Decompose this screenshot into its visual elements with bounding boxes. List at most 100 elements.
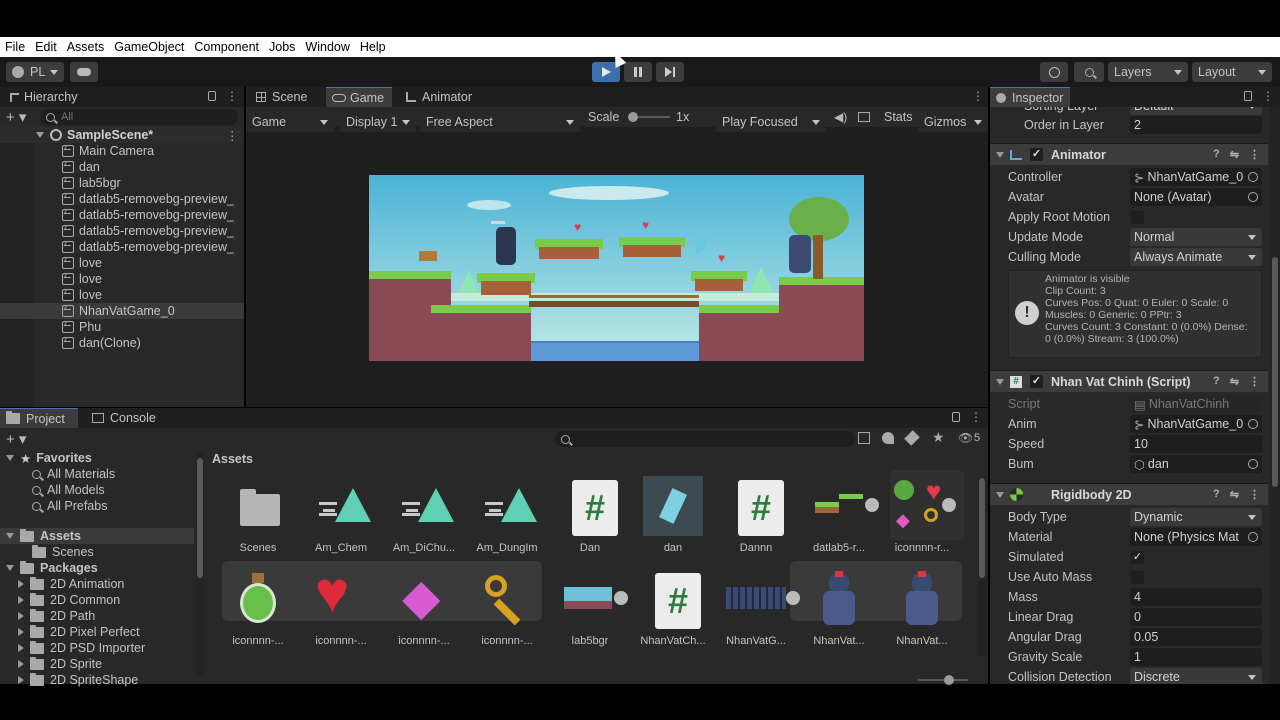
inspector-lock-icon[interactable] [1244, 91, 1252, 101]
grid-scrollbar[interactable] [978, 476, 986, 656]
scene-row[interactable]: SampleScene* ⋮ [0, 127, 244, 143]
hidden-icon[interactable]: 👁︎ [958, 431, 973, 445]
add-icon[interactable]: + ▾ [6, 108, 26, 126]
speed-field[interactable]: 10 [1130, 435, 1262, 453]
asset-item[interactable]: lab5bgr [550, 569, 630, 649]
hierarchy-item[interactable]: love [0, 255, 244, 271]
animator-header[interactable]: ✓ Animator ? ⇋ ⋮ [990, 143, 1268, 165]
hierarchy-item[interactable]: datlab5-removebg-preview_ [0, 239, 244, 255]
label-filter-icon[interactable] [904, 430, 920, 446]
asset-item[interactable]: ♥ ◆ iconnnn-r... [882, 476, 962, 556]
asset-item[interactable]: NhanVatG... [716, 569, 800, 649]
help-icon[interactable]: ? [1213, 148, 1220, 161]
hierarchy-item[interactable]: Phu [0, 319, 244, 335]
asset-item[interactable]: # NhanVatCh... [633, 569, 713, 649]
script-enabled-checkbox[interactable]: ✓ [1030, 375, 1043, 388]
bum-field[interactable]: ⬡ dan [1130, 455, 1262, 473]
add-asset-icon[interactable]: + ▾ [6, 430, 26, 448]
package-row[interactable]: 2D Animation [18, 576, 124, 592]
chevron-right-icon[interactable] [18, 596, 24, 604]
tree-scrollbar[interactable] [196, 450, 204, 676]
order-in-layer-field[interactable]: 2 [1130, 116, 1262, 134]
asset-item[interactable]: iconnnn-... [467, 569, 547, 649]
chevron-right-icon[interactable] [18, 676, 24, 684]
chevron-down-icon[interactable] [996, 151, 1004, 158]
asset-item[interactable]: Am_DungIm [467, 476, 547, 556]
tab-hierarchy[interactable]: Hierarchy [6, 87, 82, 107]
help-icon[interactable]: ? [1213, 488, 1220, 501]
menu-file[interactable]: File [0, 40, 30, 54]
more-icon[interactable]: ⋮ [1249, 375, 1260, 388]
tree-scrollbar-thumb[interactable] [197, 458, 203, 578]
hierarchy-item[interactable]: lab5bgr [0, 175, 244, 191]
chevron-down-icon[interactable] [36, 132, 44, 138]
inspector-scrollbar[interactable] [1270, 107, 1280, 684]
menu-gameobject[interactable]: GameObject [109, 40, 189, 54]
star-icon[interactable]: ★ [932, 429, 945, 446]
chevron-right-icon[interactable] [18, 580, 24, 588]
cloud-button[interactable] [70, 62, 98, 82]
more-icon[interactable]: ⋮ [1249, 488, 1260, 501]
preset-icon[interactable]: ⇋ [1230, 148, 1239, 161]
package-row[interactable]: 2D Common [18, 592, 120, 608]
icon-size-slider-handle[interactable] [944, 675, 954, 685]
linear-drag-field[interactable]: 0 [1130, 608, 1262, 626]
assets-breadcrumb[interactable]: Assets [212, 452, 253, 466]
favorites-row[interactable]: ★ Favorites [6, 450, 92, 466]
search-button[interactable] [1074, 62, 1104, 82]
body-type-dropdown[interactable]: Dynamic [1130, 508, 1262, 526]
package-row[interactable]: 2D Sprite [18, 656, 102, 672]
package-row[interactable]: 2D PSD Importer [18, 640, 145, 656]
asset-item[interactable]: dan [633, 476, 713, 556]
favorite-all-prefabs[interactable]: All Prefabs [32, 498, 107, 514]
more-icon[interactable]: ⋮ [226, 89, 238, 103]
type-filter-icon[interactable] [882, 432, 894, 444]
package-row[interactable]: 2D Path [18, 608, 95, 624]
script-header[interactable]: # ✓ Nhan Vat Chinh (Script) ? ⇋ ⋮ [990, 370, 1268, 392]
tab-scene[interactable]: Scene [250, 87, 313, 107]
search-scope-icon[interactable] [858, 432, 870, 444]
chevron-right-icon[interactable] [18, 628, 24, 636]
update-mode-dropdown[interactable]: Normal [1130, 228, 1262, 246]
menu-jobs[interactable]: Jobs [264, 40, 300, 54]
animator-enabled-checkbox[interactable]: ✓ [1030, 148, 1043, 161]
inspector-more-icon[interactable]: ⋮ [1262, 89, 1274, 103]
menu-window[interactable]: Window [300, 40, 354, 54]
favorite-all-materials[interactable]: All Materials [32, 466, 115, 482]
asset-item[interactable]: iconnnn-... [218, 569, 298, 649]
scale-slider-handle[interactable] [628, 112, 638, 122]
asset-item[interactable]: Am_Chem [301, 476, 381, 556]
asset-item[interactable]: Am_DiChu... [384, 476, 464, 556]
simulated-checkbox[interactable]: ✓ [1131, 551, 1144, 564]
menu-component[interactable]: Component [189, 40, 264, 54]
game-viewport[interactable]: ♥ ♥ ♥ [369, 175, 864, 361]
chevron-right-icon[interactable] [18, 660, 24, 668]
asset-item[interactable]: NhanVat... [882, 569, 962, 649]
history-button[interactable] [1040, 62, 1068, 82]
asset-item[interactable]: datlab5-r... [799, 476, 879, 556]
scenes-folder-row[interactable]: Scenes [32, 544, 94, 560]
hierarchy-item[interactable]: love [0, 271, 244, 287]
preset-icon[interactable]: ⇋ [1230, 488, 1239, 501]
audio-icon[interactable]: ◀) [834, 110, 847, 124]
scene-more-icon[interactable]: ⋮ [226, 128, 239, 143]
hierarchy-item[interactable]: dan(Clone) [0, 335, 244, 351]
tab-project[interactable]: Project [0, 408, 78, 428]
hierarchy-item[interactable]: love [0, 287, 244, 303]
culling-mode-dropdown[interactable]: Always Animate [1130, 248, 1262, 266]
auto-mass-checkbox[interactable] [1131, 571, 1144, 584]
hierarchy-item[interactable]: datlab5-removebg-preview_ [0, 191, 244, 207]
sorting-layer-dropdown[interactable]: Default [1130, 107, 1262, 115]
inspector-scrollbar-thumb[interactable] [1272, 257, 1278, 487]
preset-icon[interactable]: ⇋ [1230, 375, 1239, 388]
menu-help[interactable]: Help [355, 40, 391, 54]
project-search-input[interactable] [555, 431, 855, 447]
material-field[interactable]: None (Physics Mat [1130, 528, 1262, 546]
layout-dropdown[interactable]: Layout [1192, 62, 1272, 82]
tab-console[interactable]: Console [86, 408, 162, 428]
object-picker-icon[interactable] [1248, 419, 1258, 429]
object-picker-icon[interactable] [1248, 172, 1258, 182]
controller-field[interactable]: ⊱ NhanVatGame_0 [1130, 168, 1262, 186]
asset-item[interactable]: ♥ iconnnn-... [301, 563, 381, 649]
rigidbody-header[interactable]: Rigidbody 2D ? ⇋ ⋮ [990, 483, 1268, 505]
